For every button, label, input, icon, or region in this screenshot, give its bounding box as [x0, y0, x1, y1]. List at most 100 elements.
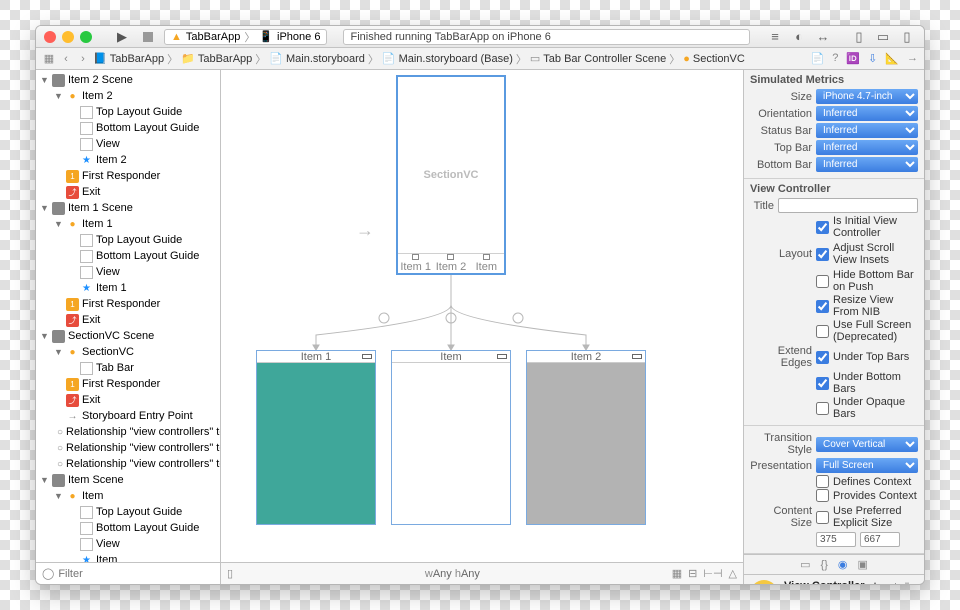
- tree-extra[interactable]: ○Relationship "view controllers" to …: [36, 456, 220, 472]
- tree-extra[interactable]: ⤴Exit: [36, 184, 220, 200]
- breadcrumb-item[interactable]: ▭Tab Bar Controller Scene: [530, 52, 666, 65]
- content-height-input[interactable]: [860, 532, 900, 547]
- breadcrumb-item[interactable]: 📁TabBarApp: [181, 52, 252, 65]
- media-library-icon[interactable]: ▣: [857, 558, 867, 571]
- statusbar-select[interactable]: Inferred: [816, 123, 918, 138]
- scene-row[interactable]: ▼Item 2 Scene: [36, 72, 220, 88]
- library-item[interactable]: ▭View Controller - A controller that man…: [744, 575, 924, 584]
- fullscreen-checkbox[interactable]: [816, 325, 829, 338]
- tree-item[interactable]: View: [36, 264, 220, 280]
- child-vc-2[interactable]: Item: [391, 350, 511, 525]
- close-button[interactable]: [44, 31, 56, 43]
- storyboard-canvas[interactable]: → SectionVC Item 1 Item 2 Item: [221, 70, 744, 584]
- pin-icon[interactable]: ⊢⊣: [703, 567, 722, 580]
- orientation-select[interactable]: Inferred: [816, 106, 918, 121]
- tree-item[interactable]: Bottom Layout Guide: [36, 120, 220, 136]
- inspector-tabs: 📄 ? 🆔 ⇩ 📐 →: [811, 52, 918, 65]
- breadcrumb-item[interactable]: 📄Main.storyboard: [269, 52, 365, 65]
- tree-item[interactable]: Top Layout Guide: [36, 504, 220, 520]
- presentation-select[interactable]: Full Screen: [816, 458, 918, 473]
- child-vc-1[interactable]: Item 1: [256, 350, 376, 525]
- tree-extra[interactable]: ○Relationship "view controllers" to …: [36, 424, 220, 440]
- scene-row[interactable]: ▼Item Scene: [36, 472, 220, 488]
- initial-vc-checkbox[interactable]: [816, 221, 829, 234]
- filter-input[interactable]: [58, 568, 214, 580]
- bottombar-select[interactable]: Inferred: [816, 157, 918, 172]
- tree-item[interactable]: Top Layout Guide: [36, 232, 220, 248]
- tree-item[interactable]: ★Item 1: [36, 280, 220, 296]
- run-button[interactable]: ▶: [112, 29, 132, 45]
- size-inspector-icon[interactable]: 📐: [885, 52, 899, 65]
- tree-item[interactable]: ★Item: [36, 552, 220, 562]
- tree-extra[interactable]: 1First Responder: [36, 296, 220, 312]
- breadcrumb-item[interactable]: 📄Main.storyboard (Base): [382, 52, 513, 65]
- topbar-select[interactable]: Inferred: [816, 140, 918, 155]
- under-opaque-checkbox[interactable]: [816, 402, 829, 415]
- file-inspector-icon[interactable]: 📄: [811, 52, 825, 65]
- tree-item[interactable]: Top Layout Guide: [36, 104, 220, 120]
- defines-context-checkbox[interactable]: [816, 475, 829, 488]
- panel-left-icon[interactable]: ▯: [850, 29, 868, 45]
- tree-item[interactable]: Tab Bar: [36, 360, 220, 376]
- breadcrumb[interactable]: 📘TabBarApp〉📁TabBarApp〉📄Main.storyboard〉📄…: [93, 51, 808, 67]
- section-vc-box[interactable]: SectionVC Item 1 Item 2 Item: [396, 75, 506, 275]
- tree-extra[interactable]: 1First Responder: [36, 376, 220, 392]
- tree-item[interactable]: View: [36, 136, 220, 152]
- tree-item[interactable]: Bottom Layout Guide: [36, 248, 220, 264]
- under-top-checkbox[interactable]: [816, 351, 829, 364]
- tree-extra[interactable]: ⤴Exit: [36, 392, 220, 408]
- code-snippet-icon[interactable]: {}: [821, 559, 828, 571]
- section-title: View Controller: [750, 183, 918, 195]
- forward-button[interactable]: ›: [76, 53, 90, 65]
- tree-item[interactable]: ★Item 2: [36, 152, 220, 168]
- editor-assistant-icon[interactable]: ◐: [790, 29, 808, 45]
- connections-inspector-icon[interactable]: →: [907, 52, 918, 65]
- file-template-icon[interactable]: ▭: [800, 558, 810, 571]
- zoom-button[interactable]: [80, 31, 92, 43]
- tree-extra[interactable]: →Storyboard Entry Point: [36, 408, 220, 424]
- tree-item[interactable]: Bottom Layout Guide: [36, 520, 220, 536]
- under-bottom-checkbox[interactable]: [816, 377, 829, 390]
- size-select[interactable]: iPhone 4.7-inch: [816, 89, 918, 104]
- section-title: Simulated Metrics: [750, 74, 918, 86]
- stop-button[interactable]: [138, 29, 158, 45]
- content-width-input[interactable]: [816, 532, 856, 547]
- help-inspector-icon[interactable]: ?: [832, 52, 838, 65]
- titlebar: ▶ ▲TabBarApp 〉 📱iPhone 6 Finished runnin…: [36, 26, 924, 48]
- minimize-button[interactable]: [62, 31, 74, 43]
- vc-row[interactable]: ▼●Item 1: [36, 216, 220, 232]
- editor-version-icon[interactable]: ↔: [814, 29, 832, 45]
- back-button[interactable]: ‹: [59, 53, 73, 65]
- attributes-inspector-icon[interactable]: ⇩: [868, 52, 877, 65]
- tree-item[interactable]: View: [36, 536, 220, 552]
- provides-context-checkbox[interactable]: [816, 489, 829, 502]
- embed-icon[interactable]: ▦: [672, 567, 682, 580]
- align-icon[interactable]: ⊟: [688, 567, 697, 580]
- explicit-size-checkbox[interactable]: [816, 511, 829, 524]
- vc-row[interactable]: ▼●Item: [36, 488, 220, 504]
- scheme-selector[interactable]: ▲TabBarApp 〉 📱iPhone 6: [164, 29, 327, 45]
- hide-bottom-checkbox[interactable]: [816, 275, 829, 288]
- panel-bottom-icon[interactable]: ▭: [874, 29, 892, 45]
- resolve-icon[interactable]: △: [729, 567, 737, 580]
- editor-standard-icon[interactable]: ≡: [766, 29, 784, 45]
- tree-extra[interactable]: ○Relationship "view controllers" to …: [36, 440, 220, 456]
- size-class-label[interactable]: wAny hAny: [233, 568, 672, 580]
- resize-nib-checkbox[interactable]: [816, 300, 829, 313]
- vc-title-input[interactable]: [778, 198, 918, 213]
- tree-extra[interactable]: ⤴Exit: [36, 312, 220, 328]
- transition-select[interactable]: Cover Vertical: [816, 437, 918, 452]
- object-library-icon[interactable]: ◉: [838, 558, 848, 571]
- adjust-insets-checkbox[interactable]: [816, 248, 829, 261]
- child-vc-3[interactable]: Item 2: [526, 350, 646, 525]
- vc-row[interactable]: ▼●SectionVC: [36, 344, 220, 360]
- breadcrumb-item[interactable]: ●SectionVC: [683, 53, 745, 65]
- identity-inspector-icon[interactable]: 🆔: [846, 52, 860, 65]
- related-items-icon[interactable]: ▦: [42, 52, 56, 65]
- panel-right-icon[interactable]: ▯: [898, 29, 916, 45]
- tree-extra[interactable]: 1First Responder: [36, 168, 220, 184]
- scene-row[interactable]: ▼Item 1 Scene: [36, 200, 220, 216]
- breadcrumb-item[interactable]: 📘TabBarApp: [93, 52, 164, 65]
- scene-row[interactable]: ▼SectionVC Scene: [36, 328, 220, 344]
- vc-row[interactable]: ▼●Item 2: [36, 88, 220, 104]
